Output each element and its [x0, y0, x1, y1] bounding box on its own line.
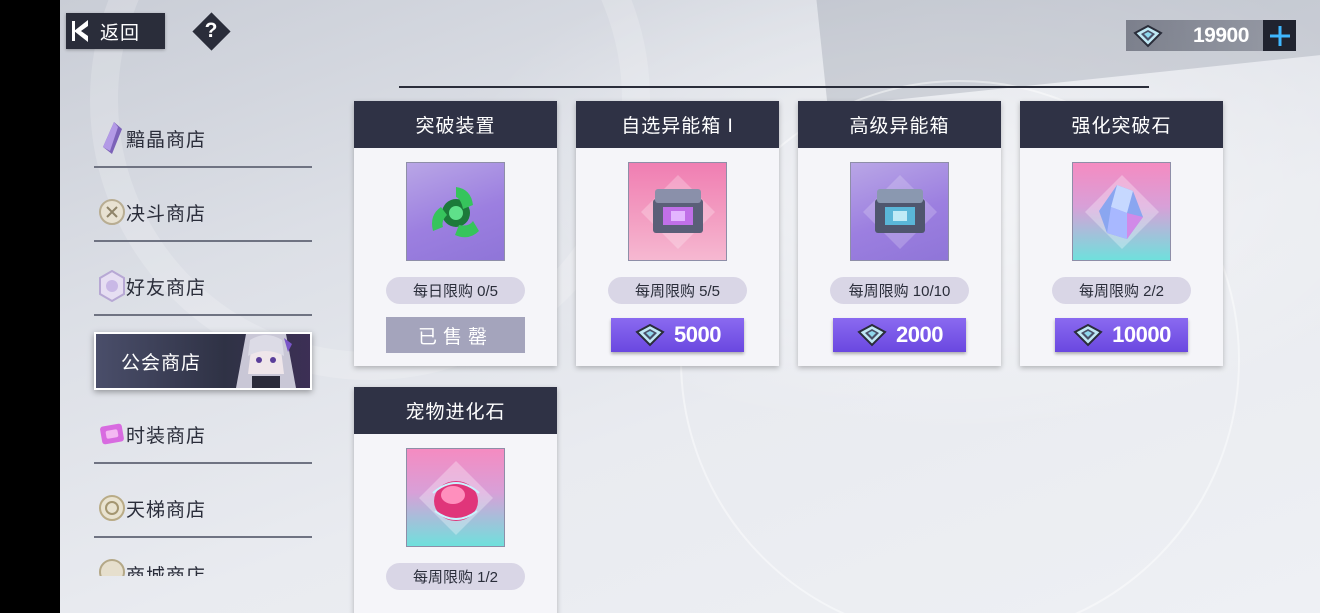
- green-device-icon: [431, 186, 479, 237]
- sidebar-item-label: 好友商店: [126, 277, 207, 299]
- gem-icon: [1072, 321, 1104, 349]
- sidebar-item-fashion-shop[interactable]: 时装商店: [94, 406, 312, 464]
- purchase-limit: 每周限购 10/10: [830, 277, 969, 304]
- purchase-limit: 每日限购 0/5: [386, 277, 525, 304]
- product-name: 宠物进化石: [354, 387, 557, 434]
- purchase-limit: 每周限购 5/5: [608, 277, 747, 304]
- purchase-limit: 每周限购 1/2: [386, 563, 525, 590]
- sidebar-item-partial[interactable]: 商城商店: [94, 554, 312, 576]
- product-card: 宠物进化石 每周限购 1/2: [354, 387, 557, 613]
- sidebar-item-label: 黯晶商店: [126, 129, 207, 151]
- pink-chest-icon: [640, 174, 715, 249]
- purple-chest-icon: [862, 174, 937, 249]
- product-card: 强化突破石 每周限购 2/2 10000: [1020, 101, 1223, 366]
- partial-coin-icon: [98, 554, 126, 576]
- sold-out-button: 已售罄: [386, 317, 525, 353]
- product-name: 强化突破石: [1020, 101, 1223, 148]
- fashion-ticket-icon: [98, 417, 126, 451]
- help-button[interactable]: ?: [191, 11, 231, 51]
- product-image[interactable]: [406, 448, 505, 547]
- sidebar-item-label: 天梯商店: [126, 499, 207, 521]
- product-image[interactable]: [628, 162, 727, 261]
- gem-icon: [856, 321, 888, 349]
- friend-coin-icon: [98, 269, 126, 303]
- header-divider: [399, 86, 1149, 88]
- sidebar-item-dark-crystal-shop[interactable]: 黯晶商店: [94, 110, 312, 168]
- sidebar-item-ladder-shop[interactable]: 天梯商店: [94, 480, 312, 538]
- shop-sidebar: 黯晶商店 决斗商店 好友商店 公会商店 时装商店 天梯商店 商城商店: [94, 110, 314, 592]
- help-label: ?: [204, 19, 218, 42]
- sidebar-item-label: 时装商店: [126, 425, 207, 447]
- product-name: 自选异能箱 I: [576, 101, 779, 148]
- purchase-limit: 每周限购 2/2: [1052, 277, 1191, 304]
- crystal-stone-icon: [1084, 174, 1159, 249]
- sidebar-item-label: 商城商店: [126, 565, 207, 577]
- guild-portrait: [226, 334, 306, 388]
- duel-coin-icon: [98, 195, 126, 229]
- sidebar-item-duel-shop[interactable]: 决斗商店: [94, 184, 312, 242]
- product-card: 突破装置 每日限购 0/5 已售罄: [354, 101, 557, 366]
- buy-button[interactable]: 10000: [1055, 318, 1188, 352]
- product-name: 突破装置: [354, 101, 557, 148]
- gem-icon: [634, 321, 666, 349]
- currency-display: 19900: [1126, 20, 1296, 51]
- back-button[interactable]: 返回: [66, 13, 165, 49]
- product-image[interactable]: [406, 162, 505, 261]
- crystal-shard-icon: [98, 121, 126, 155]
- add-currency-button[interactable]: [1263, 20, 1296, 51]
- ladder-coin-icon: [98, 491, 126, 525]
- sidebar-item-guild-shop[interactable]: 公会商店: [94, 332, 312, 390]
- product-card: 高级异能箱 每周限购 10/10 2000: [798, 101, 1001, 366]
- price-value: 10000: [1112, 322, 1171, 347]
- shop-screen: 返回 ? 19900 黯晶商店 决斗商店 好友商店 公会商店 时装商店 天梯商店…: [60, 0, 1320, 613]
- sidebar-item-label: 决斗商店: [126, 203, 207, 225]
- product-image[interactable]: [1072, 162, 1171, 261]
- sidebar-item-friend-shop[interactable]: 好友商店: [94, 258, 312, 316]
- product-card: 自选异能箱 I 每周限购 5/5 5000: [576, 101, 779, 366]
- product-name: 高级异能箱: [798, 101, 1001, 148]
- pet-evolution-stone-icon: [418, 460, 493, 535]
- currency-amount: 19900: [1193, 23, 1249, 47]
- plus-icon: [1269, 25, 1290, 46]
- price-value: 2000: [896, 322, 943, 347]
- price-value: 5000: [674, 322, 721, 347]
- sidebar-item-label: 公会商店: [121, 352, 202, 374]
- product-image[interactable]: [850, 162, 949, 261]
- buy-button[interactable]: 5000: [611, 318, 744, 352]
- gem-icon: [1130, 20, 1166, 51]
- back-arrow-icon: [66, 13, 96, 49]
- buy-button[interactable]: 2000: [833, 318, 966, 352]
- back-label: 返回: [100, 22, 141, 44]
